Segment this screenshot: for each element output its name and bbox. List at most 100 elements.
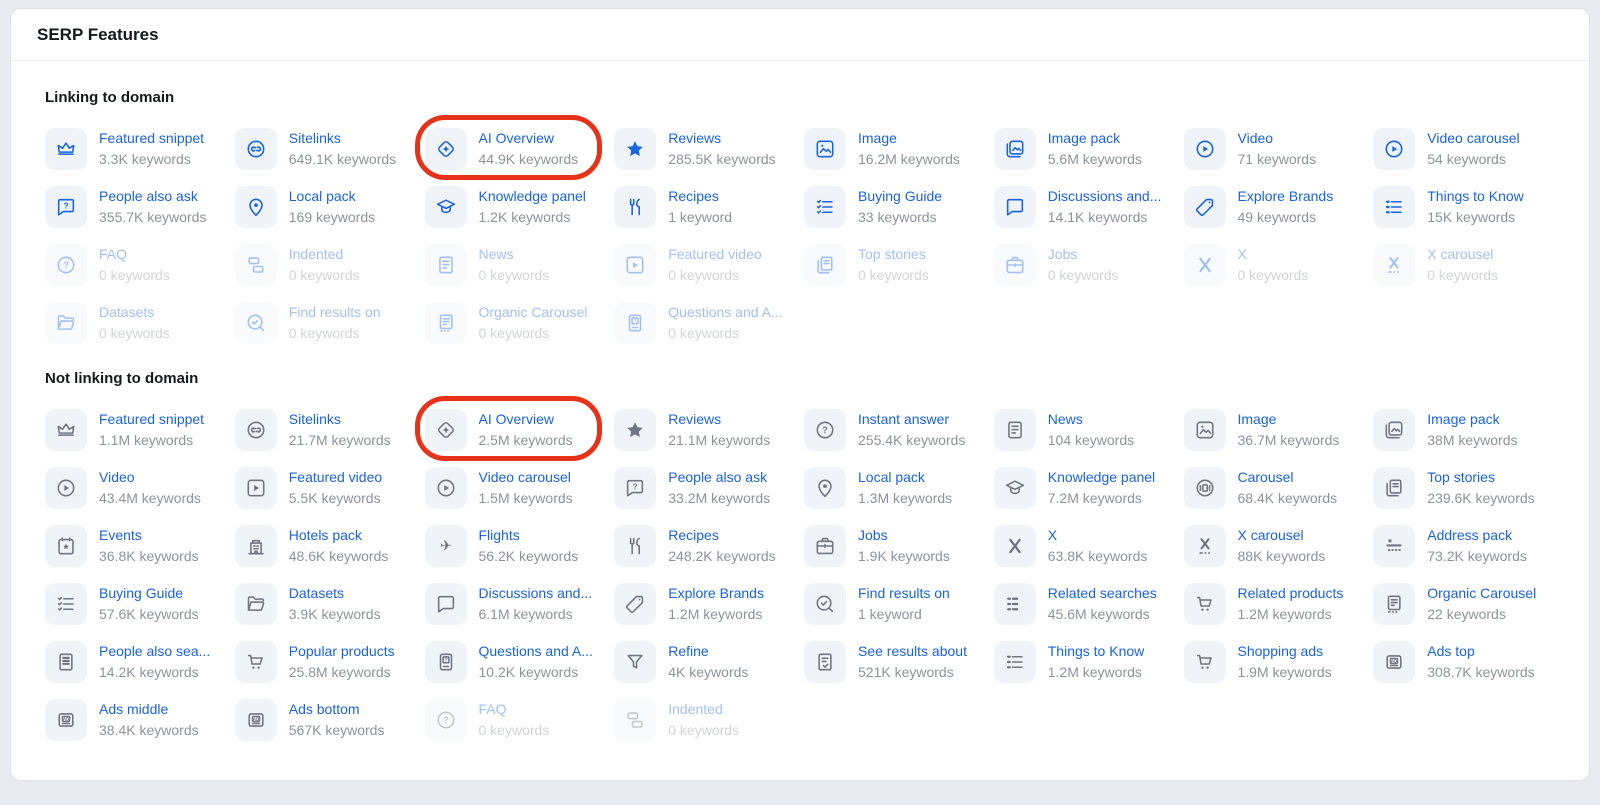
feature-item-news[interactable]: News 0 keywords xyxy=(424,244,607,286)
feature-link[interactable]: Knowledge panel xyxy=(1048,467,1155,488)
feature-item-top-stories[interactable]: Top stories 239.6K keywords xyxy=(1373,467,1555,509)
feature-link[interactable]: X xyxy=(1238,244,1309,265)
feature-link[interactable]: X carousel xyxy=(1238,525,1326,546)
feature-item-refine[interactable]: Refine 4K keywords xyxy=(614,641,796,683)
feature-item-datasets[interactable]: Datasets 0 keywords xyxy=(45,302,227,344)
feature-link[interactable]: Find results on xyxy=(858,583,950,604)
feature-link[interactable]: Video carousel xyxy=(1427,128,1519,149)
feature-item-featured-video[interactable]: Featured video 5.5K keywords xyxy=(234,467,417,509)
feature-link[interactable]: Top stories xyxy=(1427,467,1534,488)
feature-item-x-carousel[interactable]: X carousel 88K keywords xyxy=(1183,525,1366,567)
feature-item-ads-bottom[interactable]: AD Ads bottom 567K keywords xyxy=(234,699,417,741)
feature-link[interactable]: Questions and A... xyxy=(479,641,593,662)
feature-link[interactable]: Knowledge panel xyxy=(479,186,586,207)
feature-item-video-carousel[interactable]: Video carousel 1.5M keywords xyxy=(424,467,607,509)
feature-link[interactable]: Jobs xyxy=(1048,244,1119,265)
feature-link[interactable]: Featured snippet xyxy=(99,409,204,430)
feature-link[interactable]: Discussions and... xyxy=(479,583,593,604)
feature-link[interactable]: AI Overview xyxy=(479,128,579,149)
feature-link[interactable]: Top stories xyxy=(858,244,929,265)
feature-item-image[interactable]: Image 16.2M keywords xyxy=(804,128,986,170)
feature-link[interactable]: X carousel xyxy=(1427,244,1498,265)
feature-item-explore-brands[interactable]: Explore Brands 49 keywords xyxy=(1183,186,1366,228)
feature-item-news[interactable]: News 104 keywords xyxy=(993,409,1176,451)
feature-item-explore-brands[interactable]: Explore Brands 1.2M keywords xyxy=(614,583,796,625)
feature-link[interactable]: Buying Guide xyxy=(858,186,942,207)
feature-link[interactable]: FAQ xyxy=(99,244,170,265)
feature-link[interactable]: Image pack xyxy=(1048,128,1142,149)
feature-item-faq[interactable]: ? FAQ 0 keywords xyxy=(45,244,227,286)
feature-link[interactable]: Sitelinks xyxy=(289,128,396,149)
feature-link[interactable]: News xyxy=(1048,409,1134,430)
feature-link[interactable]: Address pack xyxy=(1427,525,1527,546)
feature-item-ai-overview[interactable]: AI Overview 44.9K keywords xyxy=(414,115,607,180)
feature-link[interactable]: People also ask xyxy=(668,467,770,488)
feature-link[interactable]: Carousel xyxy=(1238,467,1338,488)
feature-item-find-results-on[interactable]: Find results on 1 keyword xyxy=(804,583,986,625)
feature-item-video[interactable]: Video 71 keywords xyxy=(1183,128,1366,170)
feature-link[interactable]: Reviews xyxy=(668,128,775,149)
feature-item-recipes[interactable]: Recipes 248.2K keywords xyxy=(614,525,796,567)
feature-link[interactable]: Video xyxy=(1238,128,1317,149)
feature-item-sitelinks[interactable]: Sitelinks 21.7M keywords xyxy=(234,409,417,451)
feature-item-image-pack[interactable]: Image pack 5.6M keywords xyxy=(993,128,1176,170)
feature-item-ai-overview[interactable]: AI Overview 2.5M keywords xyxy=(414,396,607,461)
feature-item-discussions-and[interactable]: Discussions and... 6.1M keywords xyxy=(424,583,607,625)
feature-item-ads-middle[interactable]: AD Ads middle 38.4K keywords xyxy=(45,699,227,741)
feature-link[interactable]: Image pack xyxy=(1427,409,1517,430)
feature-item-x-carousel[interactable]: X carousel 0 keywords xyxy=(1373,244,1555,286)
feature-link[interactable]: FAQ xyxy=(479,699,550,720)
feature-link[interactable]: Image xyxy=(858,128,960,149)
feature-item-questions-and-a[interactable]: ? Questions and A... 10.2K keywords xyxy=(424,641,607,683)
feature-link[interactable]: Featured snippet xyxy=(99,128,204,149)
feature-link[interactable]: X xyxy=(1048,525,1148,546)
feature-item-reviews[interactable]: Reviews 285.5K keywords xyxy=(614,128,796,170)
feature-item-video[interactable]: Video 43.4M keywords xyxy=(45,467,227,509)
feature-item-image-pack[interactable]: Image pack 38M keywords xyxy=(1373,409,1555,451)
feature-item-video-carousel[interactable]: Video carousel 54 keywords xyxy=(1373,128,1555,170)
feature-item-image[interactable]: Image 36.7M keywords xyxy=(1183,409,1366,451)
feature-link[interactable]: AI Overview xyxy=(479,409,573,430)
feature-item-local-pack[interactable]: Local pack 169 keywords xyxy=(234,186,417,228)
feature-link[interactable]: Local pack xyxy=(289,186,375,207)
feature-link[interactable]: Refine xyxy=(668,641,748,662)
feature-item-shopping-ads[interactable]: Shopping ads 1.9M keywords xyxy=(1183,641,1366,683)
feature-item-jobs[interactable]: Jobs 0 keywords xyxy=(993,244,1176,286)
feature-link[interactable]: People also sea... xyxy=(99,641,210,662)
feature-item-reviews[interactable]: Reviews 21.1M keywords xyxy=(614,409,796,451)
feature-link[interactable]: People also ask xyxy=(99,186,206,207)
feature-link[interactable]: Events xyxy=(99,525,199,546)
feature-item-indented[interactable]: Indented 0 keywords xyxy=(234,244,417,286)
feature-item-instant-answer[interactable]: ? Instant answer 255.4K keywords xyxy=(804,409,986,451)
feature-link[interactable]: Video xyxy=(99,467,201,488)
feature-item-buying-guide[interactable]: Buying Guide 33 keywords xyxy=(804,186,986,228)
feature-link[interactable]: Featured video xyxy=(289,467,382,488)
feature-link[interactable]: Recipes xyxy=(668,525,775,546)
feature-item-related-searches[interactable]: Related searches 45.6M keywords xyxy=(993,583,1176,625)
feature-item-find-results-on[interactable]: Find results on 0 keywords xyxy=(234,302,417,344)
feature-link[interactable]: Things to Know xyxy=(1048,641,1145,662)
feature-link[interactable]: Buying Guide xyxy=(99,583,199,604)
feature-item-things-to-know[interactable]: Things to Know 15K keywords xyxy=(1373,186,1555,228)
feature-item-events[interactable]: Events 36.8K keywords xyxy=(45,525,227,567)
feature-link[interactable]: Sitelinks xyxy=(289,409,391,430)
feature-link[interactable]: Questions and A... xyxy=(668,302,782,323)
feature-item-featured-snippet[interactable]: Featured snippet 3.3K keywords xyxy=(45,128,227,170)
feature-link[interactable]: Indented xyxy=(668,699,739,720)
feature-item-hotels-pack[interactable]: Hotels pack 48.6K keywords xyxy=(234,525,417,567)
feature-item-ads-top[interactable]: AD Ads top 308.7K keywords xyxy=(1373,641,1555,683)
feature-item-questions-and-a[interactable]: ? Questions and A... 0 keywords xyxy=(614,302,796,344)
feature-link[interactable]: Flights xyxy=(479,525,579,546)
feature-link[interactable]: Related products xyxy=(1238,583,1344,604)
feature-link[interactable]: Indented xyxy=(289,244,360,265)
feature-item-knowledge-panel[interactable]: Knowledge panel 7.2M keywords xyxy=(993,467,1176,509)
feature-link[interactable]: Explore Brands xyxy=(668,583,764,604)
feature-link[interactable]: Related searches xyxy=(1048,583,1157,604)
feature-item-carousel[interactable]: Carousel 68.4K keywords xyxy=(1183,467,1366,509)
feature-item-sitelinks[interactable]: Sitelinks 649.1K keywords xyxy=(234,128,417,170)
feature-link[interactable]: Datasets xyxy=(289,583,381,604)
feature-item-discussions-and[interactable]: Discussions and... 14.1K keywords xyxy=(993,186,1176,228)
feature-item-x[interactable]: X 0 keywords xyxy=(1183,244,1366,286)
feature-link[interactable]: Shopping ads xyxy=(1238,641,1332,662)
feature-link[interactable]: Popular products xyxy=(289,641,395,662)
